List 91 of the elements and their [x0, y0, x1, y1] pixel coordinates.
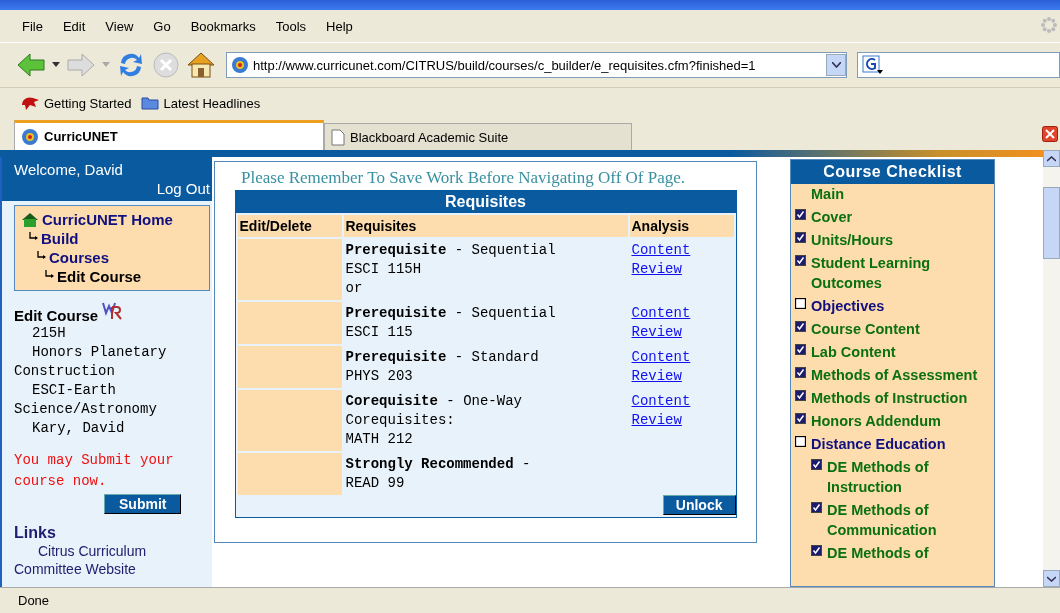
folder-icon: [141, 96, 160, 110]
stop-icon[interactable]: [152, 51, 180, 79]
checklist-link[interactable]: Methods of Assessment: [811, 365, 978, 385]
checklist-link[interactable]: Student Learning Outcomes: [811, 253, 981, 293]
checklist-link[interactable]: Cover: [811, 207, 853, 227]
checklist-link[interactable]: Units/Hours: [811, 230, 894, 250]
checklist-link[interactable]: Honors Addendum: [811, 411, 941, 431]
checklist-link[interactable]: Methods of Instruction: [811, 388, 968, 408]
menu-item[interactable]: File: [12, 18, 53, 34]
links-heading: Links: [14, 524, 57, 542]
requisite-text: Corequisites:: [345, 411, 456, 430]
current-page-label: Edit Course: [57, 267, 142, 286]
content-review-link[interactable]: Content Review: [631, 304, 702, 342]
home-icon[interactable]: [186, 50, 216, 80]
breadcrumb-link[interactable]: CurricUNET Home: [42, 210, 173, 229]
checklist-link[interactable]: DE Methods of Communication: [827, 500, 957, 540]
menu-item[interactable]: Tools: [265, 18, 317, 34]
scroll-down-button[interactable]: [1043, 570, 1060, 587]
submit-message: You may Submit your course now.: [14, 451, 175, 491]
scroll-thumb[interactable]: [1043, 187, 1060, 259]
browser-tab[interactable]: Blackboard Academic Suite: [324, 123, 632, 150]
status-text: Done: [18, 593, 50, 608]
section-heading: Edit Course: [14, 307, 99, 324]
column-header: Analysis: [629, 215, 734, 237]
column-header: Requisites: [343, 215, 628, 237]
house-icon: [21, 211, 39, 228]
menu-item[interactable]: Help: [316, 18, 363, 34]
menu-item[interactable]: Go: [143, 18, 181, 34]
menu-item[interactable]: Bookmarks: [180, 18, 266, 34]
panel-title: Course Checklist: [791, 160, 994, 184]
content-review-link[interactable]: Content Review: [631, 241, 702, 279]
requisite-text: ESCI 115H: [345, 260, 423, 279]
content-review-link[interactable]: Content Review: [631, 348, 702, 386]
bird-icon: [20, 95, 40, 111]
globe-icon: [231, 56, 249, 74]
browser-tab[interactable]: CurricUNET: [14, 120, 324, 150]
back-arrow-icon[interactable]: [16, 51, 46, 79]
corner-arrow-icon: [37, 251, 46, 260]
checklist-link[interactable]: Main: [811, 184, 845, 204]
breadcrumb-link[interactable]: Build: [41, 229, 79, 248]
requisite-text: ESCI 115: [345, 323, 414, 342]
checklist-link[interactable]: Distance Education: [811, 434, 946, 454]
course-info-text: 215H: [31, 324, 67, 343]
course-info-text: ESCI-Earth Science/Astronomy: [13, 381, 158, 419]
course-info-text: Kary, David: [31, 419, 126, 438]
search-field[interactable]: [857, 52, 1060, 78]
welcome-text: Welcome, David: [14, 161, 123, 178]
checklist-link[interactable]: DE Methods of: [827, 543, 929, 563]
unlock-button[interactable]: Unlock: [662, 495, 736, 515]
address-field[interactable]: http://www.curricunet.com/CITRUS/build/courses/c_builder/e_requisites.cfm?finished=1: [226, 52, 847, 78]
bookmark-link[interactable]: Getting Started: [20, 95, 132, 111]
requisite-text: PHYS 203: [345, 367, 414, 386]
submit-button[interactable]: Submit: [104, 494, 182, 514]
notice-text: Please Remember To Save Work Before Navigating Off Of Page.: [241, 168, 686, 188]
caret-icon: [1047, 155, 1056, 162]
wr-logo-icon: [102, 301, 125, 321]
throbber-icon: [1040, 16, 1058, 34]
breadcrumb-link[interactable]: Courses: [49, 248, 110, 267]
requisite-text: READ 99: [345, 474, 406, 493]
requisite-heading: Prerequisite - Standard: [345, 348, 540, 367]
corner-arrow-icon: [45, 270, 54, 279]
panel-title: Requisites: [235, 191, 736, 213]
requisite-heading: Prerequisite - Sequential: [345, 241, 557, 260]
caret-icon: [1047, 575, 1056, 582]
requisite-heading: Strongly Recommended -: [345, 455, 532, 474]
caret-icon: [831, 62, 841, 68]
checklist-link[interactable]: DE Methods of Instruction: [827, 457, 957, 497]
corner-arrow-icon: [29, 232, 38, 241]
scrollbar[interactable]: [1043, 150, 1060, 587]
column-header: Edit/Delete: [237, 215, 342, 237]
requisite-text: MATH 212: [345, 430, 414, 449]
checklist-link[interactable]: Lab Content: [811, 342, 896, 362]
close-icon[interactable]: [1042, 126, 1058, 142]
log-out-link[interactable]: Log Out: [156, 180, 210, 197]
external-link[interactable]: Citrus Curriculum Committee Website: [14, 542, 212, 578]
requisite-text: or: [345, 279, 364, 298]
checklist-link[interactable]: Objectives: [811, 296, 885, 316]
globe-icon: [21, 127, 39, 146]
content-review-link[interactable]: Content Review: [631, 392, 702, 430]
bookmark-link[interactable]: Latest Headlines: [141, 95, 261, 111]
requisite-heading: Corequisite - One-Way: [345, 392, 523, 411]
scroll-up-button[interactable]: [1043, 150, 1060, 167]
page-icon: [331, 128, 345, 146]
dropdown-button[interactable]: [826, 54, 846, 76]
menu-item[interactable]: Edit: [52, 18, 96, 34]
menu-item[interactable]: View: [95, 18, 144, 34]
course-info-text: Honors Planetary Construction: [13, 343, 168, 381]
requisite-heading: Prerequisite - Sequential: [345, 304, 557, 323]
caret-icon[interactable]: [52, 62, 60, 68]
search-engine-icon: [862, 55, 884, 75]
checklist-link[interactable]: Course Content: [811, 319, 920, 339]
